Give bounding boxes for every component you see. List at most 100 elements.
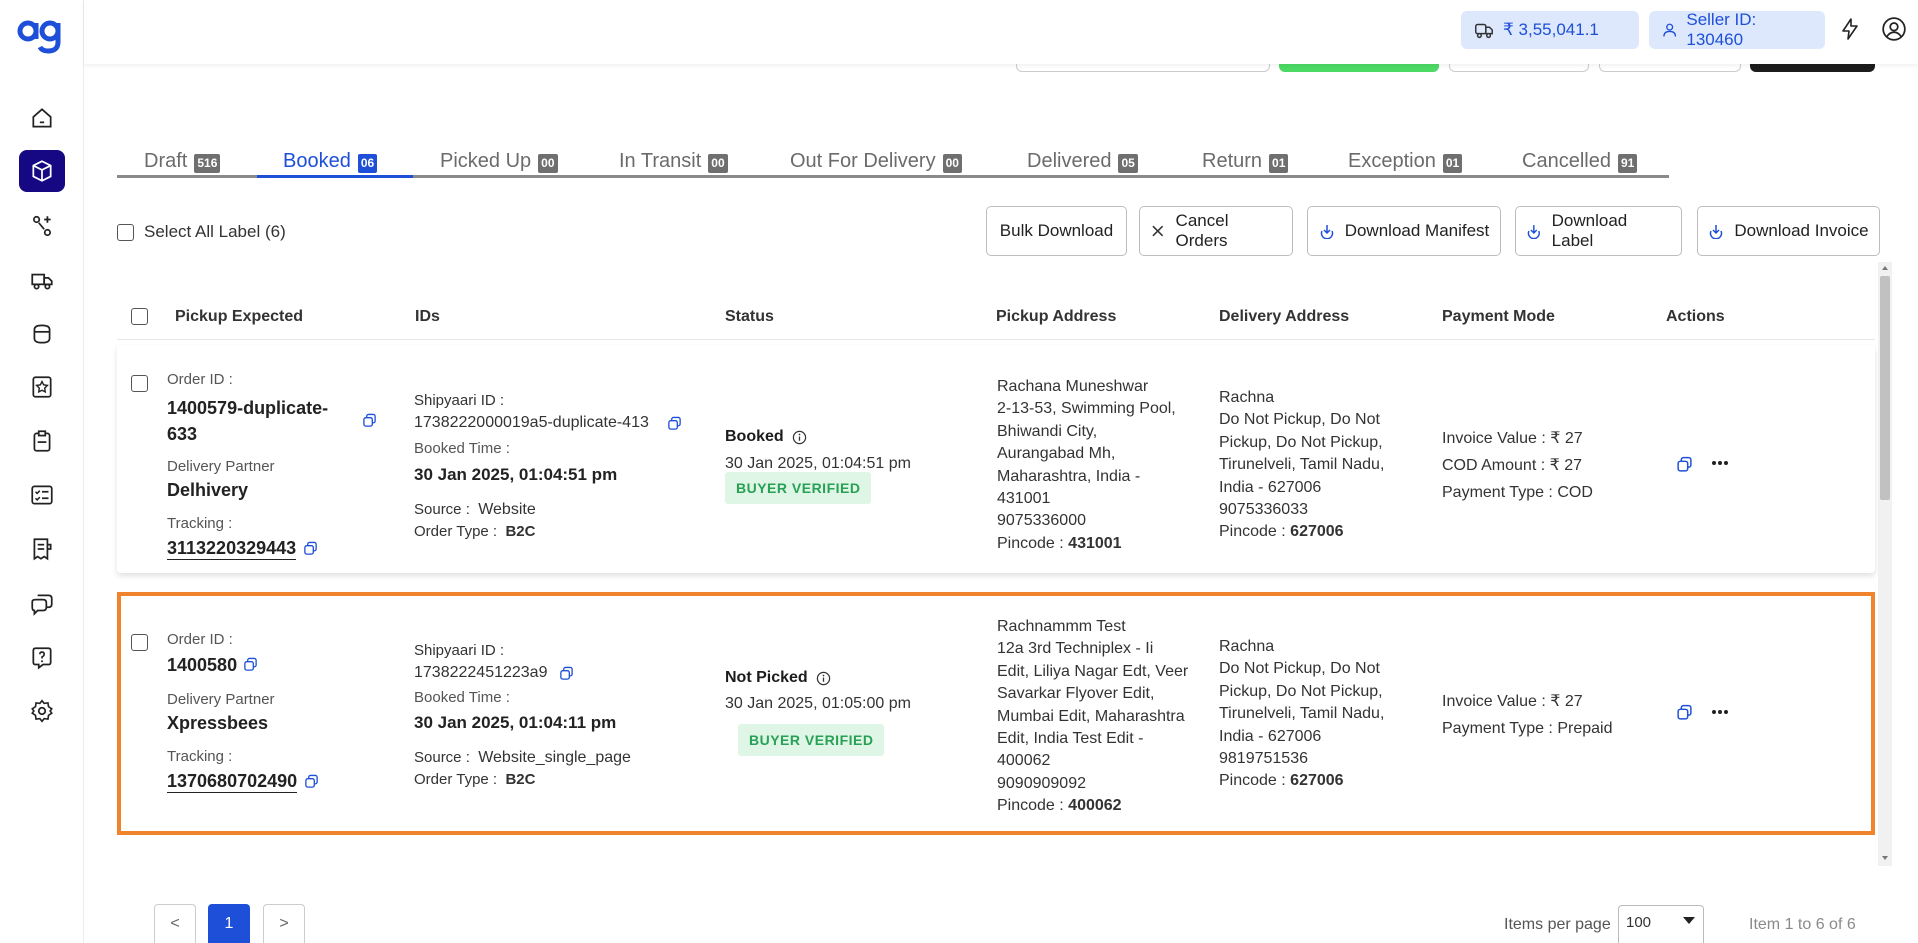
order-id-line: 1400579-duplicate- xyxy=(167,398,329,418)
info-icon[interactable] xyxy=(792,430,807,445)
invoice-value: Invoice Value : ₹ 27 xyxy=(1442,430,1583,447)
top-bar: ₹ 3,55,041.1 Seller ID: 130460 xyxy=(84,0,1918,64)
tab-draft[interactable]: Draft 516 xyxy=(144,148,221,178)
nav-help[interactable] xyxy=(19,637,65,679)
address-line: Rachana Muneshwar xyxy=(997,378,1149,395)
copy-icon[interactable] xyxy=(559,666,574,681)
copy-icon[interactable] xyxy=(667,416,682,431)
shipyaari-id: 1738222000019a5-duplicate-413 xyxy=(414,414,649,431)
next-page-button[interactable]: > xyxy=(263,904,305,943)
tab-exception[interactable]: Exception 01 xyxy=(1348,148,1463,178)
address-line: Savarkar Flyover Edit, xyxy=(997,685,1155,703)
table-row[interactable]: Order ID : 1400579-duplicate- 633 Delive… xyxy=(117,345,1875,573)
pagination-range: Item 1 to 6 of 6 xyxy=(1749,916,1856,933)
source-value: Website xyxy=(478,501,536,518)
tab-in-transit[interactable]: In Transit 00 xyxy=(619,148,728,178)
nav-shipments[interactable] xyxy=(19,259,65,301)
column-header-ids: IDs xyxy=(415,308,440,325)
download-icon xyxy=(1527,225,1540,239)
copy-icon[interactable] xyxy=(243,657,258,672)
copy-icon[interactable] xyxy=(362,413,377,428)
address-line: Pickup, Do Not Pickup, xyxy=(1219,433,1383,451)
header-checkbox[interactable] xyxy=(131,308,148,325)
address-line: Bhiwandi City, xyxy=(997,422,1098,440)
pincode-value: 627006 xyxy=(1290,772,1344,790)
duplicate-icon[interactable] xyxy=(1676,704,1693,721)
shipyaari-id-label: Shipyaari ID : xyxy=(414,392,505,409)
payment-type: Payment Type : COD xyxy=(1442,484,1593,501)
delivery-partner-label: Delivery Partner xyxy=(167,691,275,708)
user-icon xyxy=(1663,23,1677,37)
address-line: Edit, Liliya Nagar Edt, Veer xyxy=(997,662,1189,680)
shipyaari-id: 1738222451223a9 xyxy=(414,664,548,681)
row-checkbox[interactable] xyxy=(131,634,148,651)
copy-icon[interactable] xyxy=(304,774,319,789)
tab-return[interactable]: Return 01 xyxy=(1202,148,1289,178)
prev-page-button[interactable]: < xyxy=(154,904,196,943)
pincode-label: Pincode : xyxy=(1219,523,1286,541)
more-options-icon[interactable] xyxy=(1711,460,1729,466)
nav-routes[interactable] xyxy=(19,205,65,247)
tab-picked-up[interactable]: Picked Up 00 xyxy=(440,148,558,178)
download-label-button[interactable]: Download Label xyxy=(1515,206,1682,256)
column-header-pickup-expected: Pickup Expected xyxy=(175,308,304,325)
brand-logo[interactable] xyxy=(17,14,65,54)
nav-receipts[interactable] xyxy=(19,528,65,570)
more-options-icon[interactable] xyxy=(1711,709,1729,715)
nav-orders[interactable] xyxy=(19,150,65,192)
info-icon[interactable] xyxy=(816,671,831,686)
order-type-value: B2C xyxy=(505,771,536,788)
scroll-down-icon[interactable] xyxy=(1881,854,1889,862)
invoice-value: Invoice Value : ₹ 27 xyxy=(1442,693,1583,710)
scrollbar-thumb[interactable] xyxy=(1880,276,1890,500)
cancel-orders-button[interactable]: Cancel Orders xyxy=(1139,206,1293,256)
tab-out-for-delivery[interactable]: Out For Delivery 00 xyxy=(790,148,962,178)
items-per-page-select[interactable]: 100 xyxy=(1618,905,1704,943)
table-row-highlighted[interactable]: Order ID : 1400580 Delivery Partner Xpre… xyxy=(117,592,1875,835)
copy-icon[interactable] xyxy=(303,541,318,556)
source-value: Website_single_page xyxy=(478,749,631,766)
address-line: 9075336033 xyxy=(1219,501,1308,519)
source-line: Source : Website xyxy=(414,501,536,519)
tracking-number-link[interactable]: 3113220329443 xyxy=(167,538,297,560)
address-line: Tirunelveli, Tamil Nadu, xyxy=(1219,705,1385,723)
column-header-payment-mode: Payment Mode xyxy=(1442,308,1555,325)
nav-wallet[interactable] xyxy=(19,313,65,355)
nav-home[interactable] xyxy=(19,97,65,139)
source-label: Source : xyxy=(414,501,470,518)
tab-cancelled[interactable]: Cancelled 91 xyxy=(1522,148,1638,178)
profile-button[interactable] xyxy=(1879,14,1909,44)
tab-count: 516 xyxy=(194,154,221,173)
nav-clipboard[interactable] xyxy=(19,420,65,462)
bulk-download-button[interactable]: Bulk Download xyxy=(986,206,1127,256)
wallet-balance-pill[interactable]: ₹ 3,55,041.1 xyxy=(1461,11,1639,49)
route-icon xyxy=(33,215,51,237)
clipboard-icon xyxy=(33,430,51,452)
tab-booked[interactable]: Booked 06 xyxy=(283,148,378,178)
seller-id-pill[interactable]: Seller ID: 130460 xyxy=(1649,10,1825,49)
select-all-checkbox[interactable] xyxy=(117,223,134,241)
tab-label: Out For Delivery xyxy=(790,150,936,172)
flash-button[interactable] xyxy=(1835,14,1865,44)
tracking-number-link[interactable]: 1370680702490 xyxy=(167,771,298,793)
payment-type: Payment Type : Prepaid xyxy=(1442,720,1613,737)
page-1-button[interactable]: 1 xyxy=(208,904,250,943)
pincode-value: 431001 xyxy=(1068,534,1122,552)
nav-chat[interactable] xyxy=(19,583,65,625)
order-id-label: Order ID : xyxy=(167,631,233,648)
select-all[interactable]: Select All Label (6) xyxy=(117,222,286,242)
scroll-up-icon[interactable] xyxy=(1881,264,1889,272)
row-checkbox[interactable] xyxy=(131,375,148,392)
address-line: 2-13-53, Swimming Pool, xyxy=(997,400,1176,418)
cancel-orders-label: Cancel Orders xyxy=(1175,211,1229,250)
tab-delivered[interactable]: Delivered 05 xyxy=(1027,148,1138,178)
table-scrollbar[interactable] xyxy=(1878,262,1892,866)
order-id: 1400580 xyxy=(167,655,238,675)
download-manifest-label: Download Manifest xyxy=(1344,221,1490,240)
download-invoice-button[interactable]: Download Invoice xyxy=(1697,206,1880,256)
nav-settings[interactable] xyxy=(19,690,65,732)
download-manifest-button[interactable]: Download Manifest xyxy=(1307,206,1501,256)
nav-badges[interactable] xyxy=(19,366,65,408)
duplicate-icon[interactable] xyxy=(1676,456,1693,473)
nav-checklist[interactable] xyxy=(19,474,65,516)
